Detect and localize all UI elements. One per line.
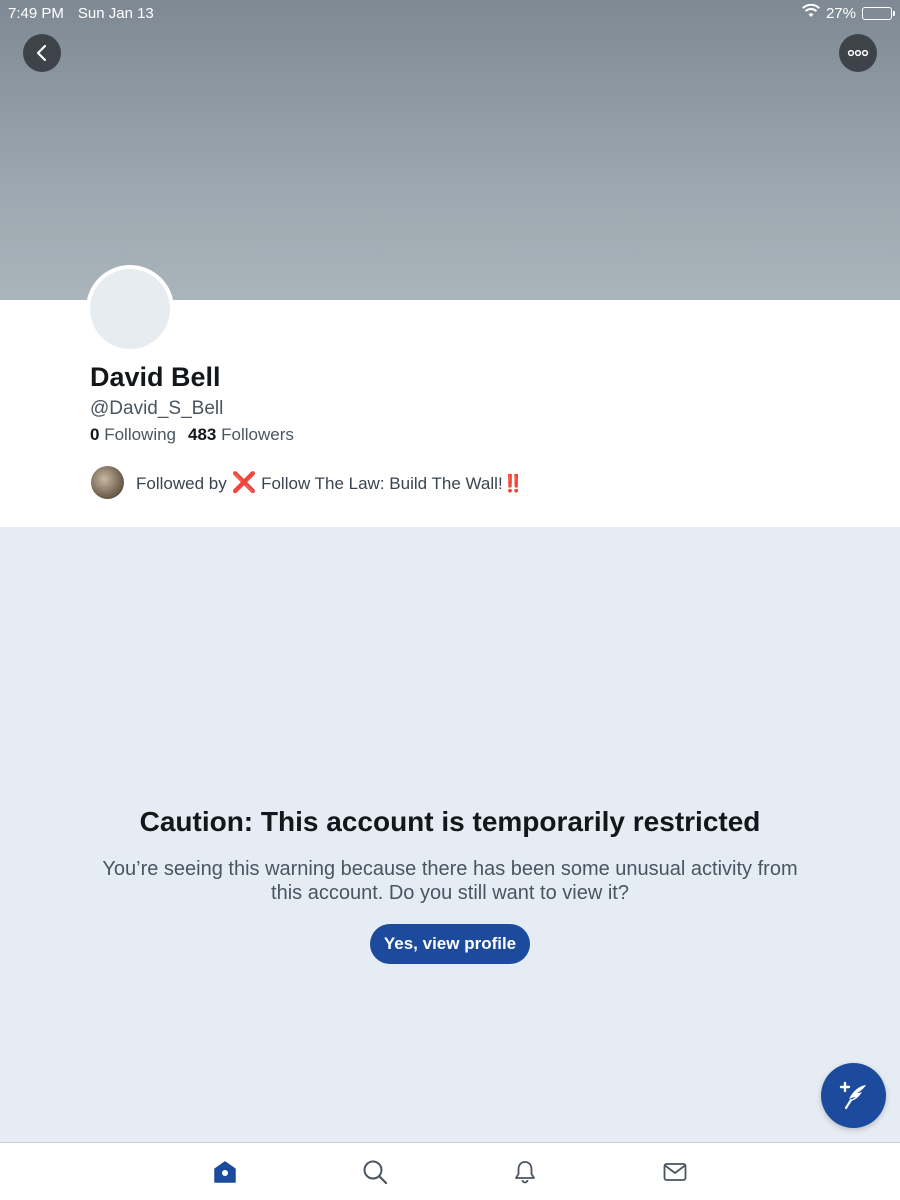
red-x-emoji: ❌ xyxy=(231,472,257,494)
warning-title: Caution: This account is temporarily res… xyxy=(139,806,761,837)
home-icon xyxy=(214,1161,236,1183)
compose-quill-icon xyxy=(839,1081,866,1109)
status-right: 27% xyxy=(802,3,895,22)
tab-home[interactable] xyxy=(210,1157,240,1187)
following-label: Following xyxy=(104,425,177,444)
wifi-icon xyxy=(802,3,820,22)
following-link[interactable]: 0 Following xyxy=(90,425,176,444)
followed-by[interactable]: Followed by ❌ Follow The Law: Build The … xyxy=(91,466,524,499)
handle: @David_S_Bell xyxy=(90,398,224,419)
display-name: David Bell xyxy=(90,362,221,392)
warning-body: You’re seeing this warning because there… xyxy=(102,858,798,904)
double-exclamation-emoji: ‼️ xyxy=(502,474,524,493)
chevron-left-icon xyxy=(36,44,47,62)
followed-by-name: Follow The Law: Build The Wall! xyxy=(261,474,503,493)
compose-tweet-button[interactable] xyxy=(821,1063,886,1128)
battery-icon xyxy=(862,6,895,20)
followers-count: 483 xyxy=(188,425,217,444)
followed-by-text: Followed by ❌ Follow The Law: Build The … xyxy=(136,470,524,495)
mail-icon xyxy=(663,1163,687,1181)
follow-counts: 0 Following 483 Followers xyxy=(90,425,294,445)
ellipsis-icon xyxy=(847,49,869,57)
status-bar: 7:49 PM Sun Jan 13 27% xyxy=(0,0,900,26)
battery-percent: 27% xyxy=(825,4,856,22)
followers-link[interactable]: 483 Followers xyxy=(188,425,294,444)
back-button[interactable] xyxy=(23,34,61,72)
tab-notifications[interactable] xyxy=(510,1157,540,1187)
status-date: Sun Jan 13 xyxy=(77,4,154,22)
followed-by-prefix: Followed by xyxy=(136,474,227,493)
follower-avatar xyxy=(91,466,124,499)
search-icon xyxy=(363,1160,388,1185)
status-time: 7:49 PM xyxy=(8,4,64,22)
tab-search[interactable] xyxy=(360,1157,390,1187)
tab-messages[interactable] xyxy=(660,1157,690,1187)
more-button[interactable] xyxy=(839,34,877,72)
bell-icon xyxy=(515,1161,535,1184)
profile-banner xyxy=(0,0,900,300)
tab-bar xyxy=(0,1142,900,1200)
view-profile-button[interactable]: Yes, view profile xyxy=(370,924,530,964)
following-count: 0 xyxy=(90,425,100,444)
followers-label: Followers xyxy=(221,425,294,444)
avatar[interactable] xyxy=(86,265,174,353)
